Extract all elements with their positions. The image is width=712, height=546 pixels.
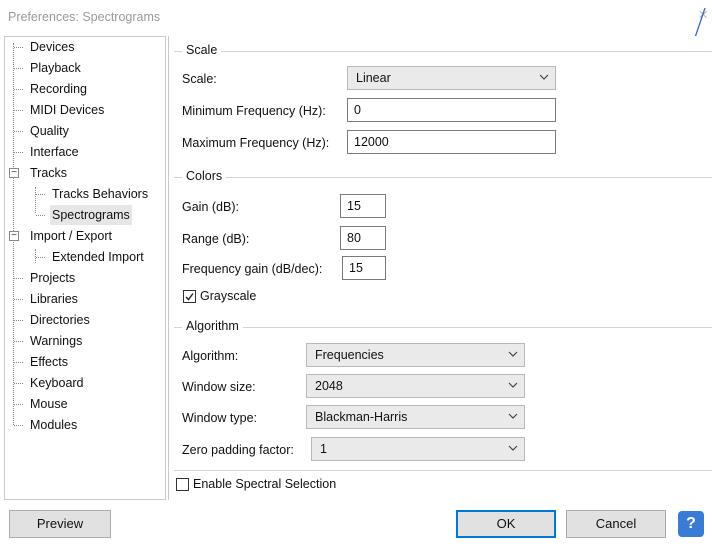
gain-label: Gain (dB): (182, 200, 239, 214)
window-type-label: Window type: (182, 411, 258, 425)
chevron-down-icon (508, 351, 518, 357)
scale-select[interactable]: Linear (347, 66, 556, 90)
window-size-label: Window size: (182, 380, 256, 394)
algorithm-select-value: Frequencies (315, 348, 384, 362)
window-title: Preferences: Spectrograms (8, 10, 161, 24)
tree-line (35, 187, 36, 213)
spectrogram-settings-panel: Scale Scale: Linear Minimum Frequency (H… (168, 36, 712, 500)
scale-group-title: Scale (182, 43, 222, 57)
title-bar: Preferences: Spectrograms × (0, 0, 712, 34)
colors-group: Colors (174, 169, 712, 183)
cancel-button[interactable]: Cancel (566, 510, 666, 538)
close-icon[interactable]: × (698, 6, 708, 23)
algorithm-label: Algorithm: (182, 349, 239, 363)
zero-padding-select[interactable]: 1 (311, 437, 525, 461)
range-input[interactable]: 80 (340, 226, 386, 250)
chevron-down-icon (508, 382, 518, 388)
zero-padding-label: Zero padding factor: (182, 443, 294, 457)
algorithm-select[interactable]: Frequencies (306, 343, 525, 367)
grayscale-checkbox[interactable] (183, 290, 196, 303)
window-type-select-value: Blackman-Harris (315, 410, 408, 424)
checkmark-icon (185, 293, 194, 301)
window-type-select[interactable]: Blackman-Harris (306, 405, 525, 429)
range-label: Range (dB): (182, 232, 250, 246)
scale-select-value: Linear (356, 71, 391, 85)
algorithm-group-title: Algorithm (182, 319, 243, 333)
scale-group: Scale (174, 43, 712, 57)
window-size-select[interactable]: 2048 (306, 374, 525, 398)
colors-group-title: Colors (182, 169, 227, 183)
tree-line (35, 249, 36, 263)
gain-input[interactable]: 15 (340, 194, 386, 218)
ok-button[interactable]: OK (456, 510, 556, 538)
spectral-selection-checkbox[interactable] (176, 478, 189, 491)
frequency-gain-label: Frequency gain (dB/dec): (182, 262, 323, 276)
preferences-tree: Devices Playback Recording MIDI Devices … (4, 36, 166, 500)
grayscale-label: Grayscale (200, 289, 257, 303)
algorithm-group: Algorithm (174, 319, 712, 333)
preview-button[interactable]: Preview (9, 510, 111, 538)
spectral-selection-label: Enable Spectral Selection (193, 477, 337, 491)
window-size-select-value: 2048 (315, 379, 343, 393)
max-frequency-input[interactable]: 12000 (347, 130, 556, 154)
zero-padding-select-value: 1 (320, 442, 327, 456)
min-frequency-input[interactable]: 0 (347, 98, 556, 122)
chevron-down-icon (508, 413, 518, 419)
scale-label: Scale: (182, 72, 217, 86)
max-frequency-label: Maximum Frequency (Hz): (182, 136, 330, 150)
collapse-tracks-icon[interactable]: − (9, 168, 19, 178)
chevron-down-icon (539, 74, 549, 80)
help-icon[interactable]: ? (678, 511, 704, 537)
chevron-down-icon (508, 445, 518, 451)
min-frequency-label: Minimum Frequency (Hz): (182, 104, 326, 118)
collapse-import-export-icon[interactable]: − (9, 231, 19, 241)
divider (174, 470, 712, 471)
frequency-gain-input[interactable]: 15 (342, 256, 386, 280)
